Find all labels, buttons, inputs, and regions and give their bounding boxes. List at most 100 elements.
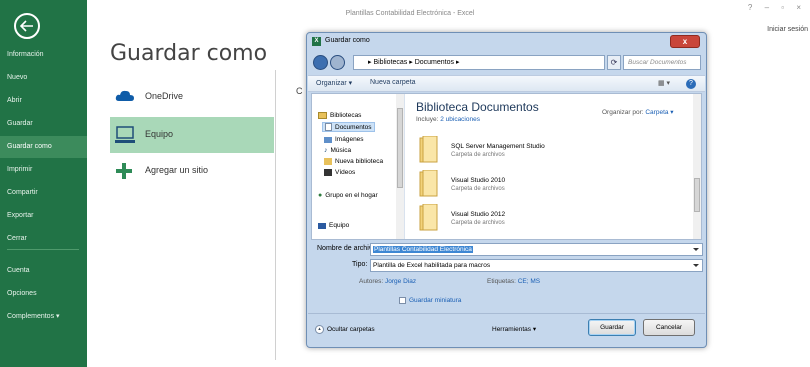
page-title: Guardar como <box>110 41 268 66</box>
type-label: Tipo: <box>352 261 368 268</box>
nav-item-grupo-hogar[interactable]: ● Grupo en el hogar <box>318 192 378 199</box>
help-icon[interactable]: ? <box>686 79 696 89</box>
tags-label: Etiquetas: <box>487 278 516 285</box>
locations-link[interactable]: 2 ubicaciones <box>440 116 480 123</box>
place-equipo[interactable]: Equipo <box>110 117 274 153</box>
image-icon <box>324 136 332 143</box>
cloud-icon <box>115 88 135 104</box>
folder-type: Carpeta de archivos <box>451 152 505 158</box>
tools-menu[interactable]: Herramientas ▾ <box>492 325 536 333</box>
new-folder-button[interactable]: Nueva carpeta <box>370 79 416 86</box>
folder-type: Carpeta de archivos <box>451 186 505 192</box>
authors-field: Autores: Jorge Diaz <box>359 278 416 285</box>
library-subtitle: Incluye: 2 ubicaciones <box>416 116 480 123</box>
library-title: Biblioteca Documentos <box>416 100 539 114</box>
backstage-divider <box>7 249 79 250</box>
window-controls[interactable]: ? – ▫ × <box>748 3 806 12</box>
address-bar-row: ▸ Bibliotecas ▸ Documentos ▸ ⟳ Buscar Do… <box>311 54 702 72</box>
backstage-item-informacion[interactable]: Información <box>0 44 87 66</box>
library-sub-prefix: Incluye: <box>416 116 441 123</box>
panel-divider <box>275 70 276 360</box>
folder-item[interactable]: Visual Studio 2010 Carpeta de archivos <box>418 170 698 200</box>
nav-label: Nueva biblioteca <box>335 158 384 165</box>
place-onedrive[interactable]: OneDrive <box>110 79 274 115</box>
backstage-sidebar: Información Nuevo Abrir Guardar Guardar … <box>0 0 87 367</box>
backstage-item-opciones[interactable]: Opciones <box>0 283 87 305</box>
plus-icon <box>115 162 133 182</box>
place-agregar-sitio[interactable]: Agregar un sitio <box>110 153 274 189</box>
folder-icon <box>419 170 438 197</box>
music-icon: ♪ <box>324 147 328 154</box>
footer-divider <box>308 313 705 314</box>
folder-item[interactable]: Visual Studio 2012 Carpeta de archivos <box>418 204 698 234</box>
nav-label: Equipo <box>329 222 350 229</box>
back-arrow-icon[interactable] <box>14 13 40 39</box>
backstage-item-cuenta[interactable]: Cuenta <box>0 260 87 282</box>
save-button[interactable]: Guardar <box>588 319 636 336</box>
backstage-item-imprimir[interactable]: Imprimir <box>0 159 87 181</box>
forward-nav-icon[interactable] <box>330 55 345 70</box>
navigation-pane: Bibliotecas Documentos Imágenes ♪ Música … <box>312 94 405 239</box>
nav-item-documentos[interactable]: Documentos <box>322 122 375 132</box>
computer-icon <box>318 222 326 229</box>
arrange-dropdown[interactable]: Carpeta ▾ <box>645 109 673 116</box>
excel-icon: X <box>312 37 321 46</box>
tags-value[interactable]: CE; MS <box>518 278 540 285</box>
refresh-icon[interactable]: ⟳ <box>607 55 621 70</box>
list-scrollbar[interactable] <box>693 94 701 239</box>
file-browser: Bibliotecas Documentos Imágenes ♪ Música … <box>311 93 702 240</box>
nav-item-imagenes[interactable]: Imágenes <box>324 136 364 143</box>
document-icon <box>325 123 332 131</box>
folder-item[interactable]: SQL Server Management Studio Carpeta de … <box>418 136 698 166</box>
save-thumbnail-checkbox[interactable]: Guardar miniatura <box>399 297 461 304</box>
nav-scrollbar-thumb[interactable] <box>397 108 403 188</box>
nav-item-videos[interactable]: Vídeos <box>324 169 355 176</box>
save-as-dialog: X Guardar como x ▸ Bibliotecas ▸ Documen… <box>306 32 707 348</box>
dialog-toolbar: Organizar ▾ Nueva carpeta ▦ ▾ ? <box>308 75 705 92</box>
place-label: Agregar un sitio <box>145 165 209 175</box>
authors-value[interactable]: Jorge Diaz <box>385 278 416 285</box>
backstage-item-compartir[interactable]: Compartir <box>0 182 87 204</box>
chevron-up-icon: ▴ <box>315 325 324 334</box>
hide-folders-label: Ocultar carpetas <box>327 326 375 333</box>
filename-input[interactable]: Plantillas Contabilidad Electrónica <box>370 243 703 256</box>
organize-menu[interactable]: Organizar ▾ <box>316 79 352 87</box>
folder-icon <box>419 204 438 231</box>
backstage-item-guardar[interactable]: Guardar <box>0 113 87 135</box>
signin-link[interactable]: Iniciar sesión <box>767 26 808 33</box>
hide-folders-toggle[interactable]: ▴ Ocultar carpetas <box>315 325 375 334</box>
chevron-down-icon[interactable] <box>693 264 699 267</box>
folder-name: Visual Studio 2012 <box>451 211 506 218</box>
dialog-title: Guardar como <box>325 37 370 44</box>
computer-icon <box>115 126 135 146</box>
place-label: Equipo <box>145 129 174 139</box>
folder-name: Visual Studio 2010 <box>451 177 506 184</box>
nav-label: Vídeos <box>335 169 356 176</box>
backstage-item-cerrar[interactable]: Cerrar <box>0 228 87 250</box>
backstage-item-complementos[interactable]: Complementos ▾ <box>0 306 87 328</box>
cancel-button[interactable]: Cancelar <box>643 319 695 336</box>
checkbox-box[interactable] <box>399 297 406 304</box>
backstage-item-exportar[interactable]: Exportar <box>0 205 87 227</box>
folder-name: SQL Server Management Studio <box>451 143 545 150</box>
nav-item-musica[interactable]: ♪ Música <box>324 147 351 154</box>
nav-label: Música <box>330 147 352 154</box>
backstage-item-guardar-como[interactable]: Guardar como <box>0 136 87 158</box>
library-icon <box>318 112 327 119</box>
file-type-select[interactable]: Plantilla de Excel habilitada para macro… <box>370 259 703 272</box>
nav-label: Grupo en el hogar <box>325 192 378 199</box>
list-scrollbar-thumb[interactable] <box>694 178 700 212</box>
view-options-icon[interactable]: ▦ ▾ <box>658 79 670 87</box>
back-nav-icon[interactable] <box>313 55 328 70</box>
nav-item-nueva-biblioteca[interactable]: Nueva biblioteca <box>324 158 383 165</box>
backstage-item-abrir[interactable]: Abrir <box>0 90 87 112</box>
search-input[interactable]: Buscar Documentos <box>623 55 701 70</box>
address-bar[interactable]: ▸ Bibliotecas ▸ Documentos ▸ <box>353 55 605 70</box>
dialog-close-button[interactable]: x <box>670 35 700 48</box>
nav-item-bibliotecas[interactable]: Bibliotecas <box>318 112 361 119</box>
library-icon <box>324 158 332 165</box>
chevron-down-icon[interactable] <box>693 248 699 251</box>
folder-type: Carpeta de archivos <box>451 220 505 226</box>
backstage-item-nuevo[interactable]: Nuevo <box>0 67 87 89</box>
nav-item-equipo[interactable]: Equipo <box>318 222 349 229</box>
